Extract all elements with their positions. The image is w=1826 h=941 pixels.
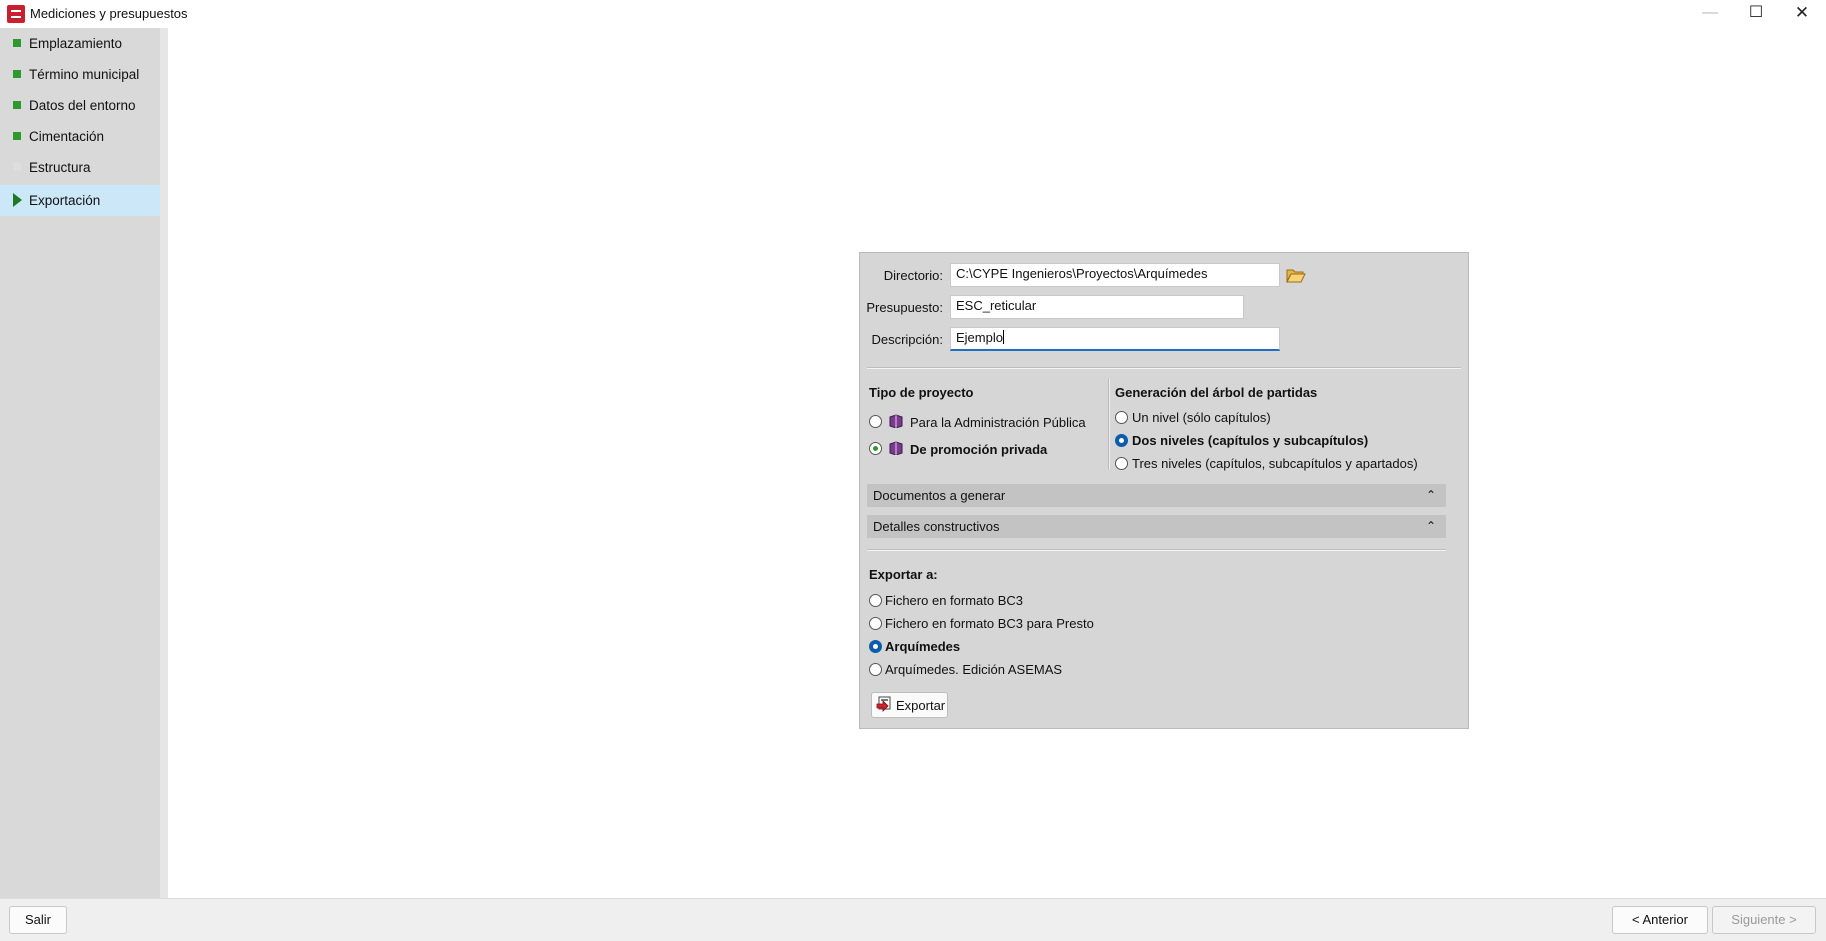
chevron-up-icon: ⌃: [1425, 488, 1436, 502]
radio-un-nivel[interactable]: [1115, 411, 1128, 424]
complete-status-icon: [13, 39, 21, 47]
option-un-nivel[interactable]: Un nivel (sólo capítulos): [1132, 410, 1271, 425]
empty-status-icon: [13, 163, 21, 171]
active-arrow-icon: [13, 193, 22, 207]
complete-status-icon: [13, 101, 21, 109]
divider: [867, 367, 1461, 369]
radio-promocion-privada[interactable]: [869, 442, 882, 455]
option-dos-niveles[interactable]: Dos niveles (capítulos y subcapítulos): [1132, 433, 1368, 448]
option-promocion-privada[interactable]: De promoción privada: [910, 442, 1047, 457]
presupuesto-field[interactable]: ESC_reticular: [950, 295, 1244, 319]
radio-dos-niveles[interactable]: [1115, 434, 1128, 447]
sidebar-item-datos-entorno[interactable]: Datos del entorno: [0, 90, 160, 121]
app-icon: [7, 5, 25, 23]
descripcion-field[interactable]: Ejemplo: [950, 327, 1280, 351]
tipo-proyecto-title: Tipo de proyecto: [869, 385, 974, 400]
bottom-bar: Salir < Anterior Siguiente >: [0, 898, 1826, 941]
radio-bc3-presto[interactable]: [869, 617, 882, 630]
anterior-button[interactable]: < Anterior: [1612, 906, 1708, 934]
book-icon: [889, 441, 903, 455]
detalles-constructivos-label: Detalles constructivos: [873, 519, 1000, 534]
sidebar-item-emplazamiento[interactable]: Emplazamiento: [0, 28, 160, 59]
radio-tres-niveles[interactable]: [1115, 457, 1128, 470]
arbol-partidas-title: Generación del árbol de partidas: [1115, 385, 1318, 400]
option-administracion-publica[interactable]: Para la Administración Pública: [910, 415, 1086, 430]
sidebar-item-label: Exportación: [29, 193, 101, 208]
radio-administracion-publica[interactable]: [869, 415, 882, 428]
sidebar-item-label: Emplazamiento: [29, 36, 123, 51]
descripcion-label: Descripción:: [871, 332, 943, 347]
complete-status-icon: [13, 132, 21, 140]
documentos-a-generar-label: Documentos a generar: [873, 488, 1006, 503]
documentos-a-generar-section[interactable]: Documentos a generar ⌃: [867, 484, 1446, 507]
sidebar-item-exportacion[interactable]: Exportación: [0, 185, 160, 216]
export-panel: Directorio: C:\CYPE Ingenieros\Proyectos…: [859, 252, 1469, 729]
radio-arquimedes-asemas[interactable]: [869, 663, 882, 676]
complete-status-icon: [13, 70, 21, 78]
detalles-constructivos-section[interactable]: Detalles constructivos ⌃: [867, 515, 1446, 538]
text-cursor: [1002, 330, 1004, 344]
directorio-label: Directorio:: [883, 268, 943, 283]
sidebar-item-label: Término municipal: [29, 67, 140, 82]
sidebar-item-cimentacion[interactable]: Cimentación: [0, 121, 160, 152]
option-tres-niveles[interactable]: Tres niveles (capítulos, subcapítulos y …: [1132, 456, 1418, 471]
directorio-field[interactable]: C:\CYPE Ingenieros\Proyectos\Arquímedes: [950, 263, 1280, 287]
book-icon: [889, 414, 903, 428]
open-folder-icon[interactable]: [1286, 267, 1306, 283]
sidebar-item-termino-municipal[interactable]: Término municipal: [0, 59, 160, 90]
divider: [867, 549, 1446, 551]
option-bc3-presto[interactable]: Fichero en formato BC3 para Presto: [885, 616, 1094, 631]
sidebar: Emplazamiento Término municipal Datos de…: [0, 28, 168, 898]
option-arquimedes[interactable]: Arquímedes: [885, 639, 960, 654]
minimize-button[interactable]: —: [1688, 0, 1732, 28]
vertical-divider: [1108, 379, 1110, 469]
option-bc3[interactable]: Fichero en formato BC3: [885, 593, 1023, 608]
maximize-button[interactable]: ☐: [1734, 0, 1778, 28]
sidebar-item-label: Datos del entorno: [29, 98, 136, 113]
exportar-button-label: Exportar: [896, 698, 946, 713]
sidebar-item-label: Cimentación: [29, 129, 105, 144]
main-content: Directorio: C:\CYPE Ingenieros\Proyectos…: [168, 28, 1826, 898]
close-button[interactable]: ✕: [1780, 0, 1824, 28]
window-title: Mediciones y presupuestos: [30, 6, 188, 21]
radio-bc3[interactable]: [869, 594, 882, 607]
sidebar-item-label: Estructura: [29, 160, 91, 175]
option-arquimedes-asemas[interactable]: Arquímedes. Edición ASEMAS: [885, 662, 1062, 677]
siguiente-button[interactable]: Siguiente >: [1712, 906, 1816, 934]
presupuesto-label: Presupuesto:: [866, 300, 943, 315]
chevron-up-icon: ⌃: [1425, 519, 1436, 533]
salir-button[interactable]: Salir: [9, 906, 67, 934]
descripcion-value: Ejemplo: [956, 330, 1003, 345]
export-icon: [876, 696, 891, 712]
exportar-title: Exportar a:: [869, 567, 938, 582]
title-bar: Mediciones y presupuestos — ☐ ✕: [0, 0, 1826, 28]
radio-arquimedes[interactable]: [869, 640, 882, 653]
sidebar-item-estructura[interactable]: Estructura: [0, 152, 160, 183]
exportar-button[interactable]: Exportar: [871, 692, 948, 718]
